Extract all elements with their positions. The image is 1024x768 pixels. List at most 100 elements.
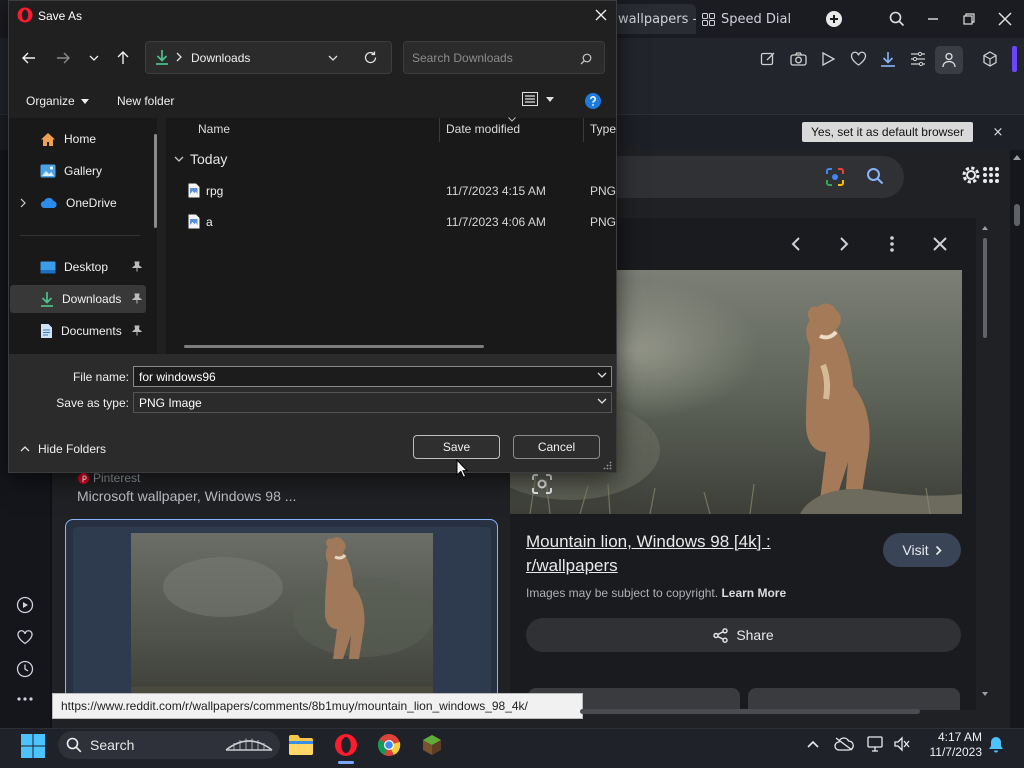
dialog-close-button[interactable] <box>590 5 612 25</box>
notification-bell-icon[interactable] <box>986 734 1006 754</box>
system-clock[interactable]: 4:17 AM 11/7/2023 <box>916 730 983 760</box>
save-button[interactable]: Save <box>413 435 500 459</box>
search-downloads-input[interactable] <box>412 49 572 67</box>
page-scrollbar[interactable] <box>1010 150 1024 728</box>
preview-scrollbar[interactable] <box>980 222 990 700</box>
breadcrumb-downloads[interactable]: Downloads <box>191 51 250 65</box>
nav-divider <box>20 235 140 236</box>
related-image-thumbnail[interactable] <box>748 688 960 710</box>
file-row[interactable]: rpg 11/7/2023 4:15 AM PNG <box>166 178 616 204</box>
cloud-sync-icon[interactable] <box>834 734 854 754</box>
taskbar-search-box[interactable]: Search <box>58 731 280 759</box>
tab-label: Speed Dial <box>721 11 792 27</box>
forward-button[interactable] <box>52 48 74 68</box>
learn-more-link[interactable]: Learn More <box>721 586 786 600</box>
change-view-button[interactable] <box>522 92 554 106</box>
cancel-button[interactable]: Cancel <box>513 435 600 459</box>
close-icon <box>933 237 947 251</box>
camera-icon[interactable] <box>790 51 807 67</box>
google-search-box[interactable] <box>596 156 904 198</box>
nav-item-downloads[interactable]: Downloads <box>10 285 146 313</box>
minecraft-app[interactable] <box>417 731 447 759</box>
set-default-browser-button[interactable]: Yes, set it as default browser <box>802 122 973 142</box>
infobar-close-button[interactable]: × <box>990 124 1006 140</box>
share-button[interactable]: Share <box>526 618 961 652</box>
column-header-type[interactable]: Type <box>590 122 616 136</box>
show-hidden-icons-button[interactable] <box>803 734 823 754</box>
nav-item-documents[interactable]: Documents <box>10 317 146 345</box>
result-thumbnail[interactable] <box>73 527 491 709</box>
preview-result-title-link[interactable]: Mountain lion, Windows 98 [4k] : r/wallp… <box>526 530 866 578</box>
file-name-input[interactable] <box>139 369 579 384</box>
resize-grip-icon[interactable] <box>603 461 612 470</box>
profile-button[interactable] <box>935 46 963 74</box>
next-result-button[interactable] <box>832 232 856 256</box>
close-window-button[interactable] <box>987 4 1023 34</box>
nav-item-desktop[interactable]: Desktop <box>10 253 146 281</box>
refresh-icon[interactable] <box>364 51 377 64</box>
heart-icon[interactable] <box>850 51 867 67</box>
file-name: a <box>206 215 213 229</box>
help-button[interactable] <box>585 93 601 109</box>
recent-locations-button[interactable] <box>83 48 105 68</box>
download-icon[interactable] <box>879 50 897 68</box>
player-icon[interactable] <box>14 594 36 616</box>
new-folder-button[interactable]: New folder <box>117 94 174 108</box>
gear-icon[interactable] <box>960 164 982 186</box>
navigation-scrollbar[interactable] <box>154 134 157 228</box>
horizontal-scrollbar[interactable] <box>580 709 920 714</box>
visit-button[interactable]: Visit <box>883 533 961 567</box>
extensions-icon[interactable] <box>982 51 998 67</box>
google-lens-icon[interactable] <box>824 166 846 188</box>
opera-app[interactable] <box>331 731 361 759</box>
preview-more-button[interactable] <box>880 232 904 256</box>
nav-item-onedrive[interactable]: OneDrive <box>10 189 146 217</box>
chrome-app[interactable] <box>374 731 404 759</box>
preview-close-button[interactable] <box>928 232 952 256</box>
file-explorer-app[interactable] <box>286 731 316 759</box>
back-button[interactable] <box>18 48 40 68</box>
column-separator[interactable] <box>583 118 584 142</box>
volume-muted-icon[interactable] <box>892 734 912 754</box>
minimize-button[interactable] <box>915 4 951 34</box>
onedrive-icon <box>40 197 57 209</box>
address-history-icon[interactable] <box>328 55 338 61</box>
column-header-name[interactable]: Name <box>198 122 230 136</box>
tab-wallpapers[interactable]: wallpapers - G <box>610 4 696 34</box>
tab-search-button[interactable] <box>879 4 915 34</box>
address-bar[interactable] <box>145 41 392 74</box>
file-list-scrollbar[interactable] <box>184 345 484 348</box>
file-name-field[interactable] <box>133 366 612 387</box>
play-icon[interactable] <box>821 51 836 67</box>
column-separator[interactable] <box>439 118 440 142</box>
file-name: rpg <box>206 184 224 198</box>
more-vertical-icon <box>890 236 894 252</box>
tab-speed-dial[interactable]: Speed Dial <box>702 4 817 34</box>
save-as-type-select[interactable]: PNG Image <box>133 392 612 413</box>
history-icon[interactable] <box>14 658 36 680</box>
search-inside-image-icon[interactable] <box>528 470 556 498</box>
apps-grid-icon[interactable] <box>982 166 1000 184</box>
search-icon[interactable] <box>866 167 884 185</box>
search-downloads-box[interactable] <box>403 41 605 74</box>
result-title[interactable]: Microsoft wallpaper, Windows 98 ... <box>77 488 296 504</box>
group-header-today[interactable]: Today <box>174 151 227 167</box>
file-row[interactable]: a 11/7/2023 4:06 AM PNG <box>166 209 616 235</box>
nav-item-gallery[interactable]: Gallery <box>10 157 146 185</box>
start-button[interactable] <box>20 733 46 759</box>
maximize-button[interactable] <box>951 4 987 34</box>
easy-setup-icon[interactable] <box>910 51 926 67</box>
sidebar-heart-icon[interactable] <box>14 626 36 648</box>
column-header-date-modified[interactable]: Date modified <box>446 122 520 136</box>
file-list <box>166 118 616 354</box>
hide-folders-button[interactable]: Hide Folders <box>20 442 106 456</box>
network-icon[interactable] <box>866 734 886 754</box>
grass-block-icon <box>423 735 441 755</box>
new-tab-button[interactable] <box>816 4 852 34</box>
more-icon[interactable] <box>14 688 36 710</box>
previous-result-button[interactable] <box>784 232 808 256</box>
organize-button[interactable]: Organize <box>26 94 89 108</box>
nav-item-home[interactable]: Home <box>10 125 146 153</box>
edit-icon[interactable] <box>760 51 776 67</box>
up-folder-button[interactable] <box>112 48 134 68</box>
